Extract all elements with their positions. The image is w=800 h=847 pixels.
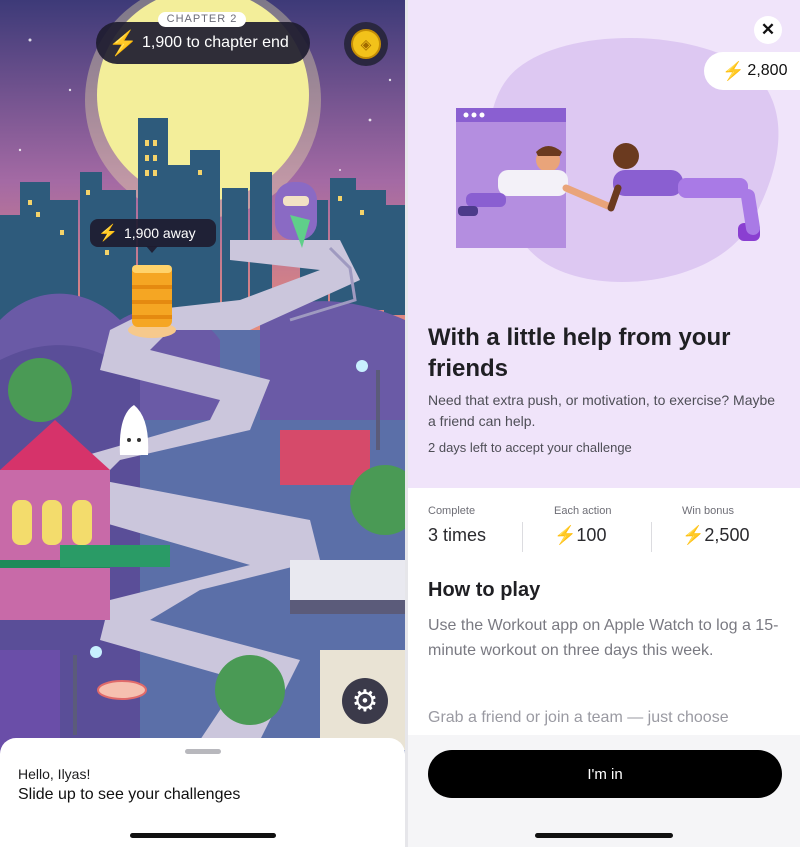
- sheet-message: Slide up to see your challenges: [18, 786, 241, 803]
- stat-win-bonus: Win bonus ⚡2,500: [682, 505, 749, 546]
- greeting-text: Hello, Ilyas!: [18, 766, 91, 782]
- distance-pill-pointer: [146, 246, 158, 253]
- stat-value: 100: [576, 525, 607, 545]
- how-to-play-text-continued: Grab a friend or join a team — just choo…: [428, 709, 729, 726]
- chapter-progress-pill[interactable]: ⚡ 1,900 to chapter end: [96, 22, 310, 64]
- challenge-deadline: 2 days left to accept your challenge: [428, 440, 632, 455]
- challenge-screen: ✕ ⚡ 2,800 With a little help from your f…: [408, 0, 800, 847]
- challenge-hero: ✕ ⚡ 2,800 With a little help from your f…: [408, 0, 800, 488]
- coin-icon: ◈: [351, 29, 381, 59]
- chapter-label: CHAPTER 2: [158, 12, 246, 27]
- im-in-button[interactable]: I'm in: [428, 750, 782, 798]
- stat-value-row: ⚡2,500: [682, 525, 749, 546]
- stat-label: Complete: [428, 505, 476, 517]
- stat-divider: [522, 522, 523, 552]
- bolt-icon: ⚡: [108, 29, 138, 57]
- stat-label: Each action: [554, 505, 612, 517]
- stat-value: 3 times: [428, 525, 487, 545]
- bolt-icon: ⚡: [98, 225, 118, 242]
- map-screen: ⚡ 1,900 to chapter end CHAPTER 2 ◈ ⚡ 1,9…: [0, 0, 405, 847]
- coin-button[interactable]: ◈: [344, 22, 388, 66]
- how-to-play-heading: How to play: [428, 579, 541, 601]
- distance-text: 1,900 away: [124, 225, 196, 241]
- distance-pill: ⚡ 1,900 away: [90, 219, 216, 247]
- points-balance-pill: ⚡ 2,800: [704, 52, 800, 90]
- bolt-icon: ⚡: [722, 60, 745, 81]
- stat-divider: [651, 522, 652, 552]
- stat-label: Win bonus: [682, 505, 734, 517]
- close-icon: ✕: [760, 20, 776, 39]
- stat-value-row: ⚡100: [554, 525, 611, 546]
- points-balance: 2,800: [747, 62, 788, 79]
- close-button[interactable]: ✕: [754, 16, 782, 44]
- bolt-icon: ⚡: [682, 525, 705, 545]
- challenges-bottom-sheet[interactable]: Hello, Ilyas! Slide up to see your chall…: [0, 738, 405, 847]
- bolt-icon: ⚡: [554, 525, 577, 545]
- home-indicator[interactable]: [130, 833, 276, 838]
- gear-icon: ⚙: [351, 684, 379, 718]
- challenge-description: Need that extra push, or motivation, to …: [428, 392, 776, 429]
- chapter-progress-text: 1,900 to chapter end: [142, 34, 289, 51]
- city-map-illustration: [0, 0, 405, 760]
- home-indicator[interactable]: [535, 833, 673, 838]
- stat-each-action: Each action ⚡100: [554, 505, 611, 546]
- challenge-title: With a little help from your friends: [428, 324, 731, 382]
- sheet-drag-handle[interactable]: [185, 749, 221, 754]
- stat-complete: Complete 3 times: [428, 505, 486, 546]
- coin-stack: [132, 265, 172, 327]
- how-to-play-text: Use the Workout app on Apple Watch to lo…: [428, 617, 779, 659]
- settings-button[interactable]: ⚙: [342, 678, 388, 724]
- stat-value: 2,500: [704, 525, 750, 545]
